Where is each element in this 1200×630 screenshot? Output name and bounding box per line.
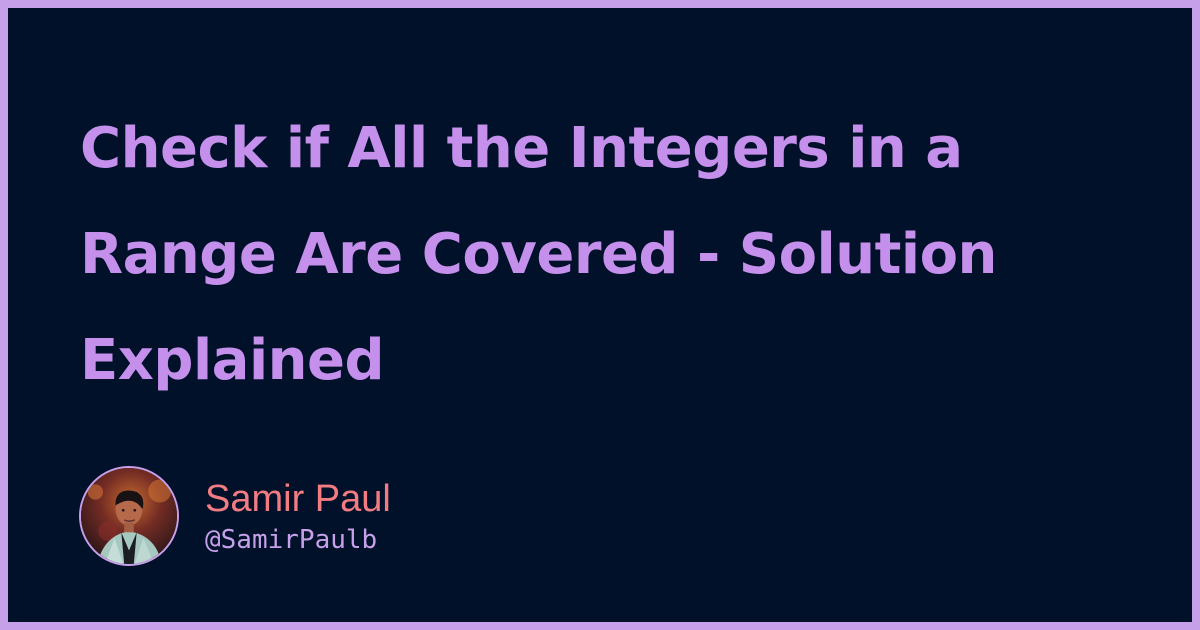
author-name: Samir Paul	[205, 478, 391, 520]
social-card: Check if All the Integers in a Range Are…	[0, 0, 1200, 630]
article-title: Check if All the Integers in a Range Are…	[80, 116, 997, 393]
author-handle: @SamirPaulb	[205, 525, 378, 555]
author-info: Samir Paul @SamirPaulb	[79, 466, 499, 566]
author-portrait-icon	[81, 468, 177, 564]
author-avatar	[79, 466, 179, 566]
